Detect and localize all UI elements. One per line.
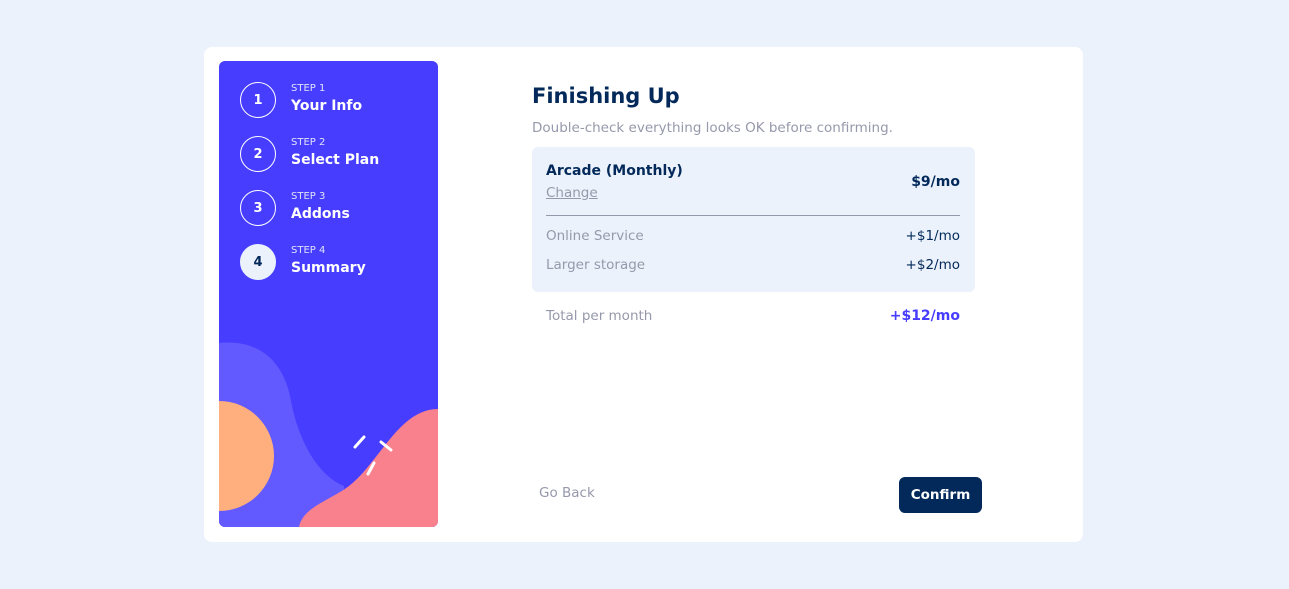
summary-divider	[546, 215, 960, 216]
total-price: +$12/mo	[889, 308, 960, 324]
summary-box: Arcade (Monthly) Change $9/mo Online Ser…	[532, 147, 975, 292]
step-name: Summary	[291, 260, 366, 276]
step-name: Select Plan	[291, 152, 380, 168]
go-back-button[interactable]: Go Back	[539, 485, 595, 501]
addon-name: Online Service	[546, 228, 644, 244]
addon-row: Online Service +$1/mo	[546, 228, 960, 248]
page-subtitle: Double-check everything looks OK before …	[532, 120, 893, 136]
step-number-2: 2	[240, 136, 276, 172]
addon-row: Larger storage +$2/mo	[546, 257, 960, 277]
addon-price: +$1/mo	[905, 228, 960, 244]
step-label: STEP 4	[291, 245, 326, 256]
step-number-4: 4	[240, 244, 276, 280]
page-title: Finishing Up	[532, 84, 680, 108]
addon-name: Larger storage	[546, 257, 646, 273]
plan-name: Arcade (Monthly)	[546, 163, 683, 179]
step-number-3: 3	[240, 190, 276, 226]
sidebar: 1 STEP 1 Your Info 2 STEP 2 Select Plan …	[219, 61, 438, 527]
step-name: Your Info	[291, 98, 363, 114]
plan-price: $9/mo	[911, 174, 960, 190]
form-card: 1 STEP 1 Your Info 2 STEP 2 Select Plan …	[204, 47, 1083, 542]
step-number-1: 1	[240, 82, 276, 118]
step-label: STEP 1	[291, 83, 326, 94]
change-plan-link[interactable]: Change	[546, 185, 598, 201]
addon-price: +$2/mo	[905, 257, 960, 273]
confirm-button[interactable]: Confirm	[899, 477, 982, 513]
sidebar-background-decoration	[219, 342, 438, 527]
total-label: Total per month	[546, 308, 653, 324]
step-label: STEP 3	[291, 191, 326, 202]
step-name: Addons	[291, 206, 350, 222]
step-label: STEP 2	[291, 137, 326, 148]
